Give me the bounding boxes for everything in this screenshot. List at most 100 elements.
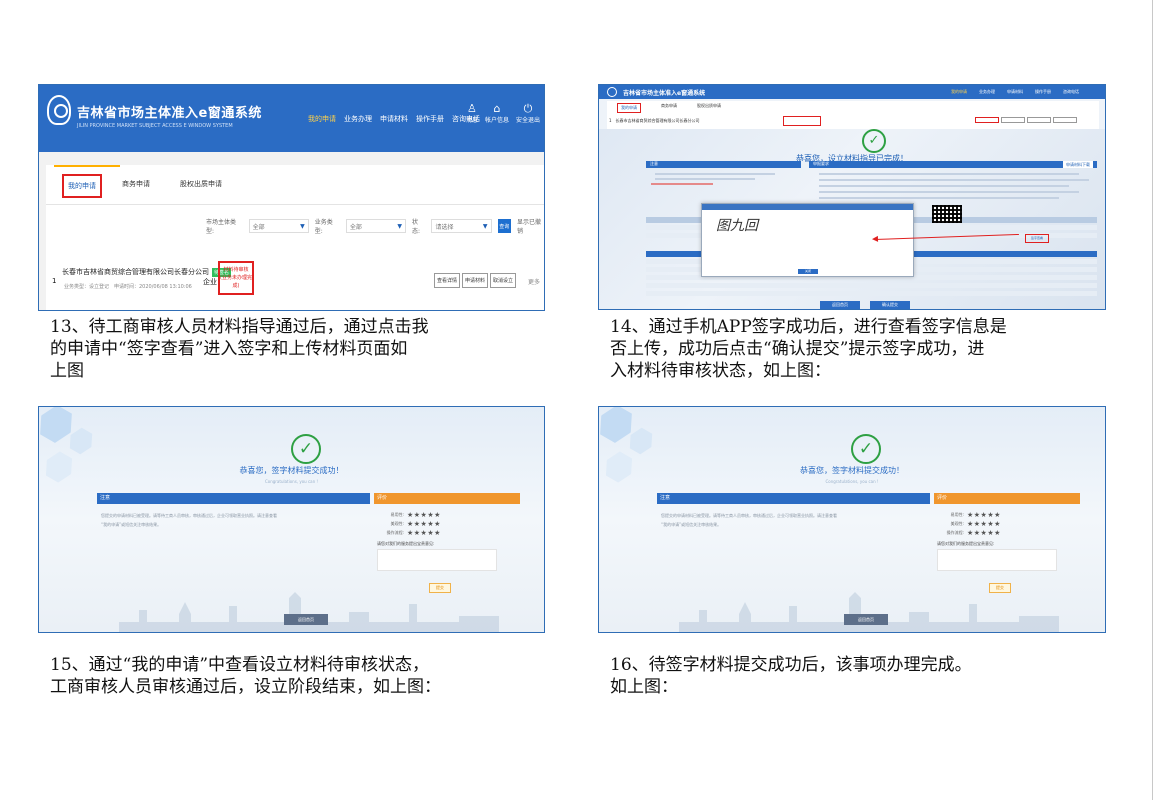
system-header: 吉林省市场主体准入e窗通系统 JILIN PROVINCE MARKET SUB… [39, 85, 544, 152]
row-status-highlight: 材料待审核 (业务未办理完成) [218, 261, 254, 295]
rating-row: 美观性: ★★★★★ [937, 519, 1087, 528]
caption-line: 13、待工商审核人员材料指导通过后，通过点击我 [50, 317, 429, 337]
caption-step-15: 15、通过“我的申请”中查看设立材料待审核状态， 工商审核人员审核通过后，设立阶… [50, 654, 550, 698]
evaluation-panel: 易用性: ★★★★★ 美观性: ★★★★★ 操作流程: ★★★★★ 请您对我们的服务提… [377, 510, 527, 571]
star-rating[interactable]: ★★★★★ [407, 520, 441, 528]
tab-equity[interactable]: 股权出质申请 [697, 103, 721, 113]
logout-label: 安全退出 [515, 117, 540, 124]
back-button[interactable]: 返回首页 [820, 301, 860, 309]
action-button[interactable] [1027, 117, 1051, 123]
notice-line: “我的申请”或短信关注审核结果。 [101, 522, 162, 527]
notice-body: 您提交的申请材料已被受理。请等待工商人员审核，审核通过后，企业可领取营业执照。请… [661, 511, 926, 529]
success-subtitle: Congratulations, you can ! [264, 479, 319, 484]
notice-bar: 注意 [657, 493, 930, 504]
filter-status-value: 请选择 [435, 223, 454, 231]
nav-my-applications[interactable]: 我的申请 [951, 89, 967, 95]
row-company[interactable]: 长春市吉林省商贸综合管理有限公司长春分公司 待签名 [62, 267, 232, 277]
filter-business-value: 全部 [349, 223, 362, 231]
power-icon: ⏻ [523, 102, 533, 115]
tab-commerce[interactable]: 商务申请 [122, 179, 150, 189]
evaluation-bar: 评价 [934, 493, 1080, 504]
nav-manual[interactable]: 操作手册 [1035, 89, 1051, 95]
rating-label: 操作流程: [386, 529, 404, 535]
star-rating[interactable]: ★★★★★ [967, 520, 1001, 528]
caption-step-14: 14、通过手机APP签字成功后，进行查看签字信息是 否上传，成功后点击“确认提交… [610, 316, 1100, 382]
nav-materials[interactable]: 申请材料 [380, 114, 408, 124]
table-row: 1 长春市吉林省商贸综合管理有限公司长春分公司 待签名 业务类型：设立登记 申请时… [46, 257, 544, 307]
filter-business-label: 业务类型: [314, 219, 333, 235]
success-check-icon: ✓ [291, 434, 321, 464]
evaluation-panel: 易用性: ★★★★★ 美观性: ★★★★★ 操作流程: ★★★★★ 请您对我们的服务提… [937, 510, 1087, 571]
sign-view-action[interactable] [975, 117, 999, 123]
tab-commerce[interactable]: 商务申请 [661, 103, 677, 113]
logout-button[interactable]: ⏻ 安全退出 [516, 103, 540, 127]
action-button[interactable] [1053, 117, 1077, 123]
query-button[interactable]: 查询 [497, 219, 512, 233]
notice-body: 您提交的申请材料已被受理。请等待工商人员审核，审核通过后，企业可领取营业执照。请… [101, 511, 366, 529]
page-edge [1152, 0, 1153, 800]
more-button[interactable]: 更多 [528, 277, 540, 286]
dialog-close-button[interactable]: 关闭 [798, 269, 818, 274]
row-type: 企业 [203, 278, 217, 286]
account-button[interactable]: ⌂ 帐户信息 [485, 103, 509, 127]
filter-business-select[interactable]: 全部 ▼ [345, 219, 406, 233]
success-check-icon: ✓ [862, 129, 886, 153]
row-meta: 业务类型：设立登记 申请时间：2020/06/08 13:10:06 [64, 284, 192, 290]
city-skyline-decoration [119, 592, 499, 632]
feedback-textarea[interactable] [377, 549, 497, 571]
system-header: 吉林省市场主体准入e窗通系统 我的申请 业务办理 申请材料 操作手册 咨询电话 [599, 85, 1105, 99]
applications-panel: 我的申请 商务申请 股权出质申请 市场主体类型: 全部 ▼ 业务类型: 全部 ▼ 状… [46, 165, 544, 310]
requirements-bar: 申报要求 申请材料下载 [809, 161, 1097, 168]
star-rating[interactable]: ★★★★★ [967, 511, 1001, 519]
star-rating[interactable]: ★★★★★ [407, 529, 441, 537]
action-button[interactable] [1001, 117, 1025, 123]
chevron-down-icon: ▼ [300, 222, 305, 230]
feedback-prompt: 请您对我们的服务提出宝贵意见: [937, 541, 995, 546]
nav-hotline[interactable]: 咨询电话 [1063, 89, 1079, 95]
nav-my-applications[interactable]: 我的申请 [308, 114, 336, 124]
rating-label: 操作流程: [946, 529, 964, 535]
tab-equity[interactable]: 股权出质申请 [180, 179, 222, 189]
rating-label: 易用性: [390, 511, 404, 517]
star-rating[interactable]: ★★★★★ [407, 511, 441, 519]
feedback-textarea[interactable] [937, 549, 1057, 571]
view-details-button[interactable]: 查看详情 [433, 273, 460, 288]
sign-view-button[interactable]: 签字查看 [1025, 234, 1049, 243]
filter-bar: 市场主体类型: 全部 ▼ 业务类型: 全部 ▼ 状态: 请选择 ▼ 查询 显示已撤销 [206, 217, 544, 235]
caption-line: 的申请中“签字查看”进入签字和上传材料页面如 [50, 339, 408, 359]
tab-my-applications[interactable]: 我的申请 [617, 103, 641, 113]
table-row [646, 291, 1097, 296]
system-title: 吉林省市场主体准入e窗通系统 [623, 90, 706, 97]
screenshot-sign-success-1: ✓ 恭喜您，签字材料提交成功！ Congratulations, you can… [38, 406, 545, 633]
cancel-setup-button[interactable]: 取消设立 [489, 273, 516, 288]
caption-line: 工商审核人员审核通过后，设立阶段结束，如上图： [50, 677, 441, 697]
evaluation-bar: 评价 [374, 493, 520, 504]
rating-row: 操作流程: ★★★★★ [937, 528, 1087, 537]
nav-business[interactable]: 业务办理 [344, 114, 372, 124]
notice-line: 您提交的申请材料已被受理。请等待工商人员审核，审核通过后，企业可领取营业执照。请… [661, 513, 837, 518]
star-rating[interactable]: ★★★★★ [967, 529, 1001, 537]
user-icon: ♙ [467, 102, 477, 115]
row-actions [975, 117, 1077, 123]
message-button[interactable]: ♙ 消息 [466, 103, 478, 127]
table-row [646, 283, 1097, 288]
top-nav: 我的申请 业务办理 申请材料 操作手册 咨询电话 [951, 89, 1079, 95]
chevron-down-icon: ▼ [397, 222, 402, 230]
show-cancelled-checkbox[interactable]: 显示已撤销 [517, 217, 544, 235]
back-home-button[interactable]: 返回首页 [844, 614, 888, 625]
qr-code-icon [932, 205, 962, 223]
rating-label: 美观性: [390, 520, 404, 526]
download-button[interactable]: 申请材料下载 [1063, 161, 1093, 168]
apply-materials-button[interactable]: 申请材料 [461, 273, 488, 288]
filter-subject-select[interactable]: 全部 ▼ [248, 219, 309, 233]
system-title: 吉林省市场主体准入e窗通系统 [77, 106, 262, 121]
row-company-name: 长春市吉林省商贸综合管理有限公司长春分公司 [62, 268, 209, 276]
confirm-submit-button[interactable]: 确认提交 [870, 301, 910, 309]
filter-status-select[interactable]: 请选择 ▼ [431, 219, 492, 233]
nav-manual[interactable]: 操作手册 [416, 114, 444, 124]
nav-materials[interactable]: 申请材料 [1007, 89, 1023, 95]
back-home-button[interactable]: 返回首页 [284, 614, 328, 625]
nav-business[interactable]: 业务办理 [979, 89, 995, 95]
requirements-label: 申报要求 [813, 161, 829, 166]
tab-my-applications[interactable]: 我的申请 [54, 165, 120, 198]
